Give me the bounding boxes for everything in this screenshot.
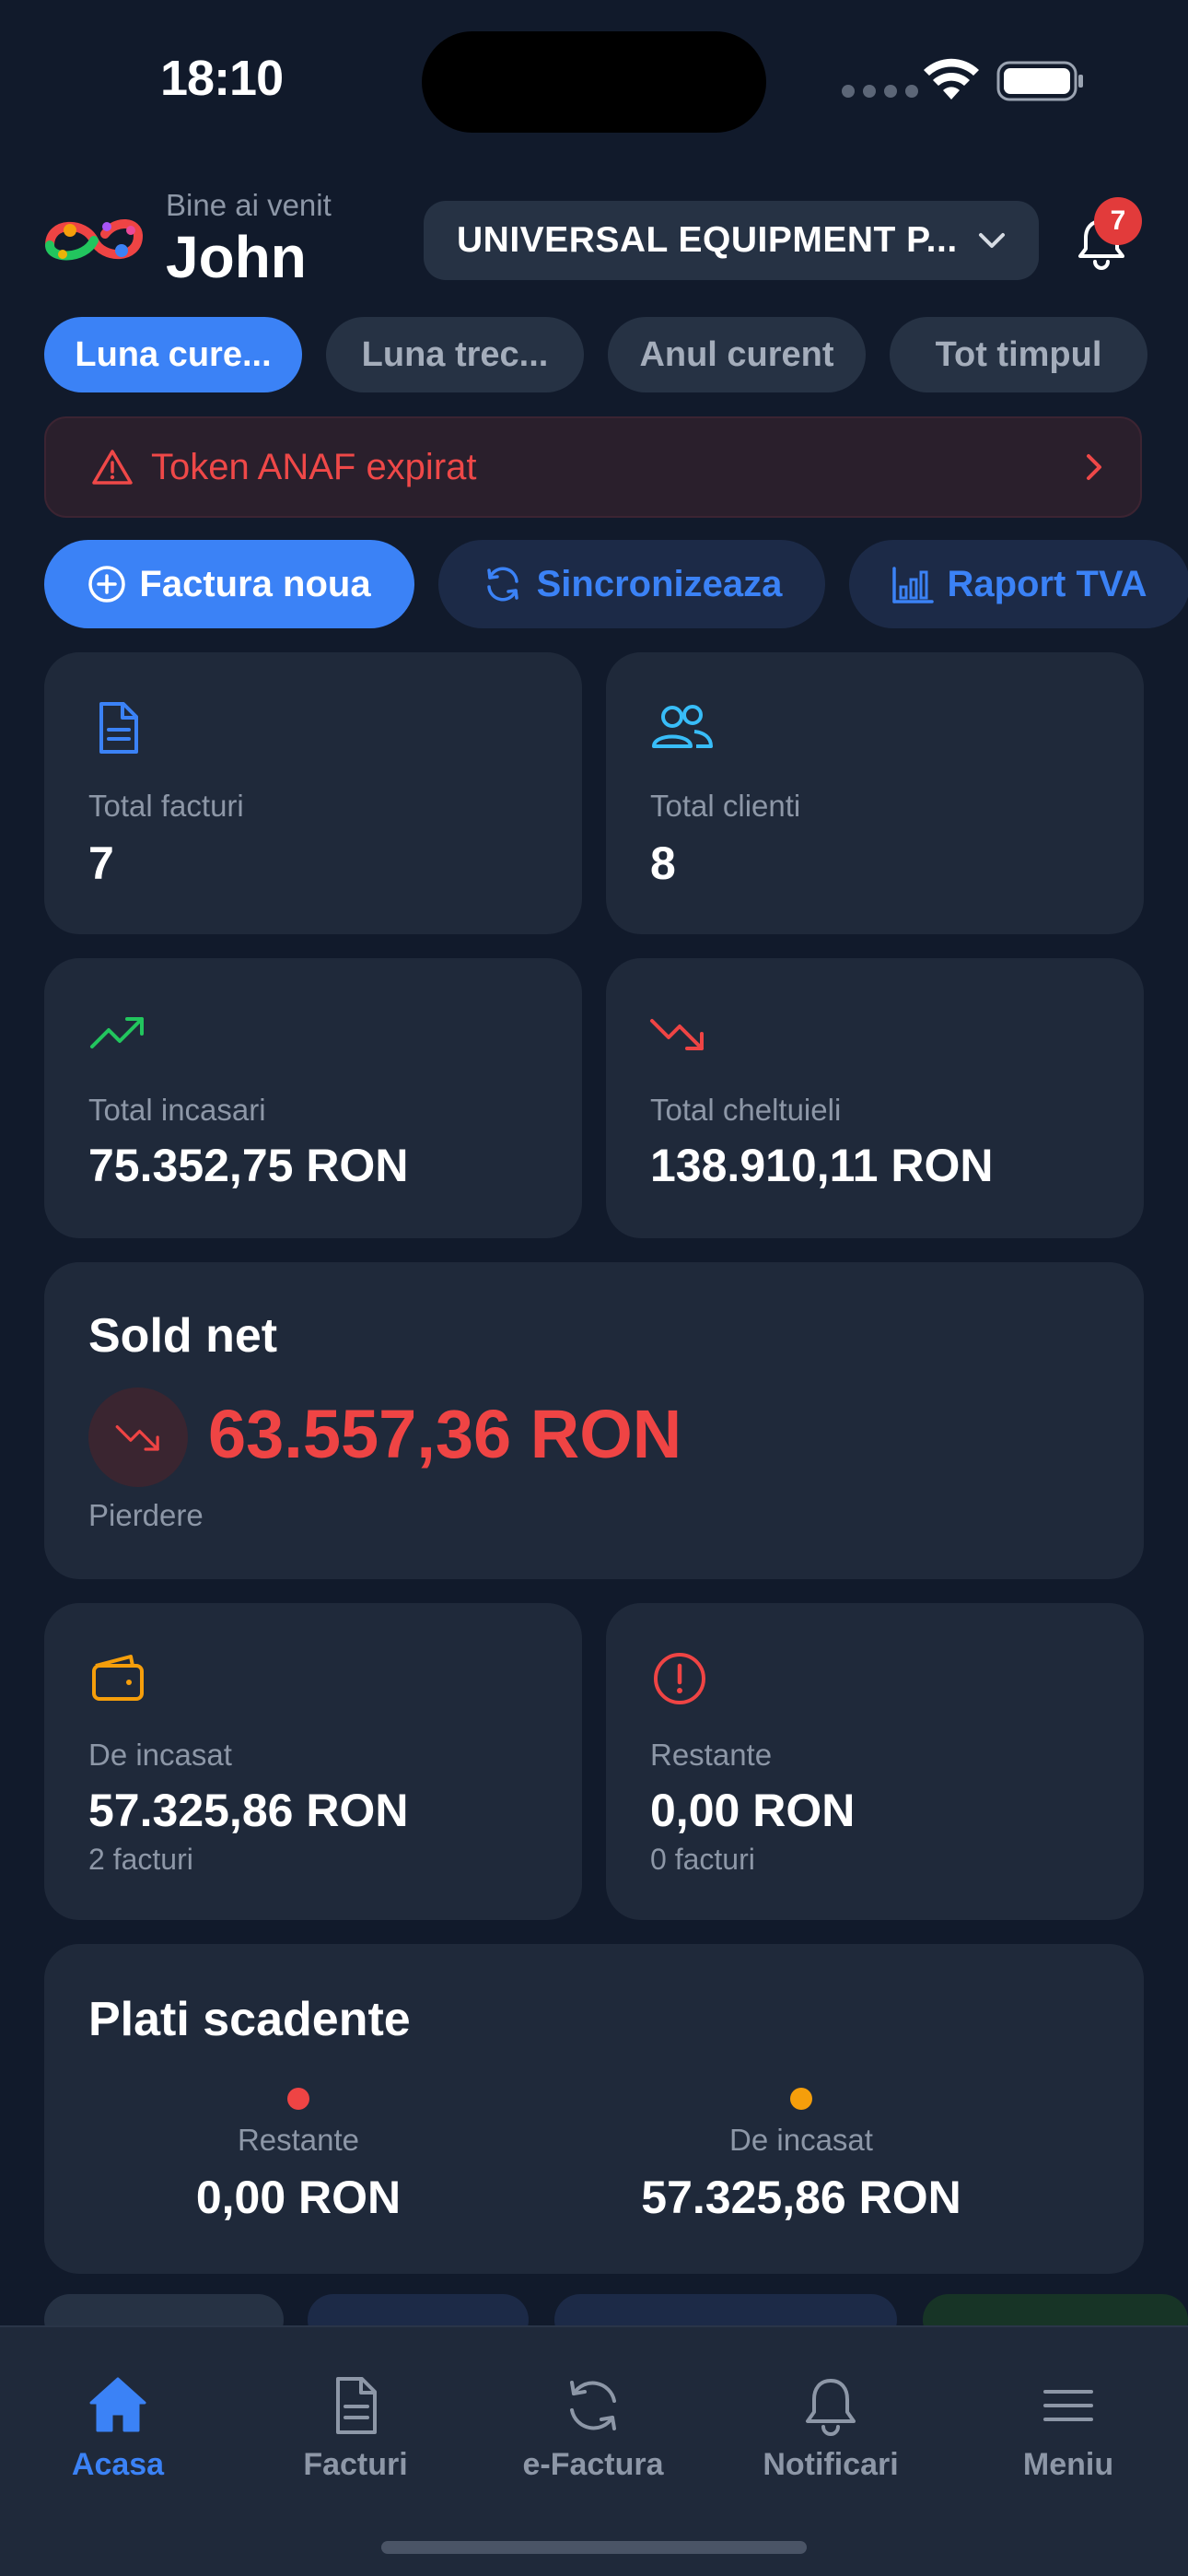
status-time: 18:10 — [160, 51, 284, 106]
nav-meniu[interactable]: Meniu — [976, 2373, 1160, 2483]
battery-icon — [996, 61, 1083, 101]
sync-button[interactable]: Sincronizeaza — [438, 540, 825, 628]
vat-report-label: Raport TVA — [947, 563, 1147, 604]
net-balance-amount: 63.557,36 RON — [208, 1396, 682, 1472]
app-logo-icon — [45, 219, 144, 261]
users-icon — [652, 705, 713, 748]
dynamic-island — [422, 31, 766, 133]
wallet-icon — [92, 1655, 144, 1701]
total-expenses-value: 138.910,11 RON — [650, 1140, 994, 1191]
to-collect-count: 2 facturi — [88, 1843, 193, 1876]
chip-partial-2[interactable] — [308, 2294, 529, 2325]
total-clients-label: Total clienti — [650, 789, 801, 823]
to-collect-card[interactable]: De incasat 57.325,86 RON 2 facturi — [44, 1603, 582, 1920]
period-tabs: Luna cure... Luna trec... Anul curent To… — [44, 317, 1147, 392]
home-indicator — [381, 2541, 807, 2554]
new-invoice-button[interactable]: Factura noua — [44, 540, 414, 628]
quick-actions: Factura noua Sincronizeaza Raport TVA — [44, 540, 1188, 628]
net-balance-title: Sold net — [88, 1309, 278, 1363]
document-icon — [336, 2377, 377, 2434]
nav-facturi[interactable]: Facturi — [263, 2373, 448, 2483]
total-income-value: 75.352,75 RON — [88, 1140, 409, 1191]
net-balance-status: Pierdere — [88, 1498, 204, 1532]
total-income-card[interactable]: Total incasari 75.352,75 RON — [44, 958, 582, 1238]
vat-report-button[interactable]: Raport TVA — [849, 540, 1188, 628]
document-icon — [99, 702, 138, 754]
total-invoices-value: 7 — [88, 837, 114, 889]
notification-badge: 7 — [1094, 197, 1142, 245]
home-icon — [89, 2377, 146, 2432]
overdue-count: 0 facturi — [650, 1843, 755, 1876]
nav-acasa-label: Acasa — [71, 2447, 165, 2482]
sync-icon — [570, 2381, 616, 2430]
bar-chart-icon — [892, 567, 935, 603]
due-overdue-value: 0,00 RON — [195, 2172, 402, 2223]
overdue-dot — [287, 2088, 309, 2110]
total-clients-card[interactable]: Total clienti 8 — [606, 652, 1144, 934]
to-collect-value: 57.325,86 RON — [88, 1785, 409, 1836]
nav-e-factura-label: e-Factura — [522, 2447, 664, 2482]
chevron-down-icon — [979, 233, 1005, 248]
total-clients-value: 8 — [650, 837, 676, 889]
total-income-label: Total incasari — [88, 1093, 266, 1127]
overdue-label: Restante — [650, 1738, 773, 1772]
username: John — [166, 224, 307, 290]
tab-anul-curent[interactable]: Anul curent — [608, 317, 866, 392]
sync-icon — [486, 567, 518, 602]
nav-notificari[interactable]: Notificari — [739, 2373, 923, 2483]
to-collect-label: De incasat — [88, 1738, 232, 1772]
tab-tot-timpul[interactable]: Tot timpul — [890, 317, 1147, 392]
company-selector[interactable]: UNIVERSAL EQUIPMENT P... — [424, 201, 1039, 280]
new-invoice-label: Factura noua — [139, 563, 371, 604]
cellular-signal-icon — [842, 85, 918, 98]
total-invoices-label: Total facturi — [88, 789, 244, 823]
net-balance-card[interactable]: Sold net 63.557,36 RON Pierdere — [44, 1262, 1144, 1579]
nav-e-factura[interactable]: e-Factura — [501, 2373, 685, 2483]
total-expenses-card[interactable]: Total cheltuieli 138.910,11 RON — [606, 958, 1144, 1238]
sync-label: Sincronizeaza — [536, 563, 783, 604]
chip-partial-4[interactable] — [923, 2294, 1188, 2325]
net-balance-indicator — [88, 1388, 188, 1487]
warning-icon — [92, 450, 133, 485]
overdue-value: 0,00 RON — [650, 1785, 856, 1836]
wifi-icon — [924, 58, 979, 100]
bell-icon — [806, 2379, 856, 2436]
tab-luna-trecuta[interactable]: Luna trec... — [326, 317, 584, 392]
tab-luna-curenta[interactable]: Luna cure... — [44, 317, 302, 392]
to-collect-dot — [790, 2088, 812, 2110]
nav-acasa[interactable]: Acasa — [26, 2373, 210, 2483]
plus-circle-icon — [88, 566, 126, 603]
chevron-right-icon — [1087, 454, 1101, 480]
total-expenses-label: Total cheltuieli — [650, 1093, 842, 1127]
alert-text: Token ANAF expirat — [151, 446, 477, 487]
overdue-card[interactable]: Restante 0,00 RON 0 facturi — [606, 1603, 1144, 1920]
company-name: UNIVERSAL EQUIPMENT P... — [457, 220, 958, 260]
nav-meniu-label: Meniu — [1022, 2447, 1114, 2482]
trending-down-icon — [115, 1425, 159, 1451]
welcome-text: Bine ai venit — [166, 188, 332, 222]
alert-circle-icon — [654, 1653, 705, 1704]
chip-partial-1[interactable] — [44, 2294, 284, 2325]
due-overdue-label: Restante — [237, 2123, 360, 2157]
total-invoices-card[interactable]: Total facturi 7 — [44, 652, 582, 934]
anaf-token-alert[interactable]: Token ANAF expirat — [44, 416, 1142, 518]
bottom-navigation: Acasa Facturi e-Factura Notificari Meniu — [0, 2325, 1188, 2576]
chip-partial-3[interactable] — [554, 2294, 897, 2325]
nav-notificari-label: Notificari — [763, 2447, 899, 2482]
due-to-collect-value: 57.325,86 RON — [641, 2172, 961, 2223]
menu-icon — [1043, 2390, 1093, 2421]
trending-up-icon — [90, 1017, 144, 1048]
due-payments-card[interactable]: Plati scadente Restante 0,00 RON De inca… — [44, 1944, 1144, 2274]
due-payments-title: Plati scadente — [88, 1993, 411, 2046]
nav-facturi-label: Facturi — [303, 2447, 408, 2482]
due-to-collect-label: De incasat — [729, 2123, 873, 2157]
due-overdue-column: Restante 0,00 RON — [105, 2088, 492, 2224]
due-to-collect-column: De incasat 57.325,86 RON — [608, 2088, 995, 2224]
trending-down-icon — [650, 1019, 704, 1050]
